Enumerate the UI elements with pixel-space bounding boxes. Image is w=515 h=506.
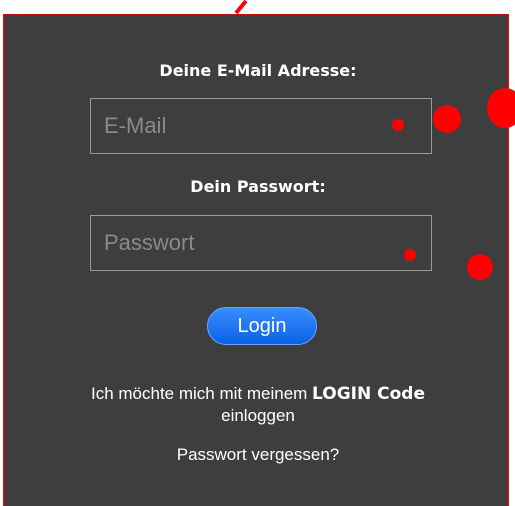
login-code-link[interactable]: LOGIN Code xyxy=(312,384,425,404)
forgot-password-link[interactable]: Passwort vergessen? xyxy=(5,445,511,465)
login-code-suffix: einloggen xyxy=(221,406,295,425)
annotation-slash xyxy=(234,0,248,14)
password-label: Dein Passwort: xyxy=(190,177,326,196)
annotation-dot-email-small xyxy=(392,119,404,131)
page: Deine E-Mail Adresse: Dein Passwort: Log… xyxy=(0,0,515,506)
annotation-dot-password-medium xyxy=(467,254,493,280)
login-code-prefix: Ich möchte mich mit meinem xyxy=(90,384,308,403)
annotation-dot-password-small xyxy=(404,249,416,261)
login-code-text: Ich möchte mich mit meinem LOGIN Code xyxy=(5,383,511,405)
email-label: Deine E-Mail Adresse: xyxy=(159,61,357,80)
annotation-dot-email-medium xyxy=(433,105,461,133)
login-button[interactable]: Login xyxy=(207,307,317,345)
email-input[interactable] xyxy=(90,98,432,154)
password-input[interactable] xyxy=(90,215,432,271)
annotation-dot-email-large xyxy=(487,88,515,128)
login-panel: Deine E-Mail Adresse: Dein Passwort: Log… xyxy=(3,14,509,506)
